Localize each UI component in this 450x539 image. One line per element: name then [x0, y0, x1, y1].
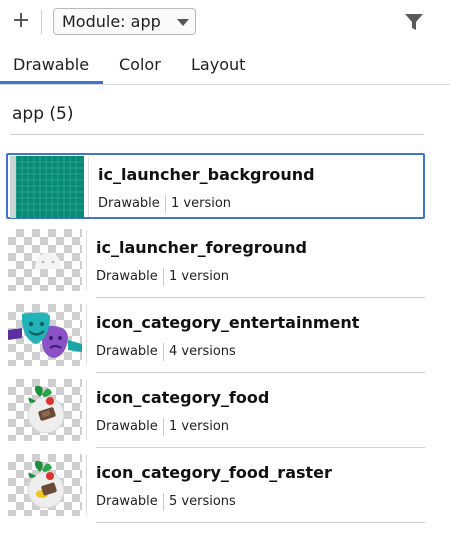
resource-version-count: 5 versions — [169, 494, 236, 509]
row-divider — [96, 522, 425, 523]
entertainment-masks-thumbnail — [8, 304, 82, 366]
thumbnail-divider — [88, 157, 89, 217]
row-divider — [96, 447, 425, 448]
resource-version-count: 4 versions — [169, 344, 236, 359]
chevron-down-icon — [177, 19, 189, 26]
resource-type: Drawable — [96, 269, 158, 284]
thumbnail-divider — [86, 455, 87, 515]
resource-type: Drawable — [96, 494, 158, 509]
resource-type: Drawable — [98, 196, 160, 211]
resource-item-ic-launcher-background[interactable]: ic_launcher_background Drawable 1 versio… — [6, 153, 425, 219]
module-dropdown-label: Module: app — [62, 12, 161, 31]
launcher-foreground-thumbnail — [8, 229, 82, 291]
plus-icon[interactable] — [10, 9, 32, 31]
resource-name: icon_category_food_raster — [96, 463, 332, 482]
thumbnail-divider — [86, 380, 87, 440]
row-divider — [96, 372, 425, 373]
tab-layout[interactable]: Layout — [191, 55, 245, 74]
resource-version-count: 1 version — [171, 196, 232, 211]
resource-type: Drawable — [96, 419, 158, 434]
tab-drawable[interactable]: Drawable — [13, 55, 89, 74]
resource-item-ic-launcher-foreground[interactable]: ic_launcher_foreground Drawable 1 versio… — [6, 228, 425, 298]
resource-name: icon_category_food — [96, 388, 270, 407]
module-group-title: app (5) — [12, 104, 74, 124]
resource-type: Drawable — [96, 344, 158, 359]
filter-icon[interactable] — [403, 12, 425, 32]
thumbnail-divider — [86, 230, 87, 290]
row-divider — [96, 297, 425, 298]
tab-color[interactable]: Color — [119, 55, 161, 74]
resource-version-count: 1 version — [169, 419, 230, 434]
toolbar: Module: app — [0, 0, 450, 44]
active-tab-indicator — [0, 81, 103, 84]
meta-divider — [163, 268, 164, 286]
food-raster-thumbnail — [8, 454, 82, 516]
meta-divider — [165, 195, 166, 213]
resource-name: ic_launcher_foreground — [96, 238, 307, 257]
meta-divider — [163, 418, 164, 436]
launcher-background-thumbnail — [10, 156, 84, 218]
resource-item-icon-category-food[interactable]: icon_category_food Drawable 1 version — [6, 378, 425, 448]
food-plate-thumbnail — [8, 379, 82, 441]
resource-name: ic_launcher_background — [98, 165, 315, 184]
meta-divider — [163, 343, 164, 361]
resource-version-count: 1 version — [169, 269, 230, 284]
resource-item-icon-category-entertainment[interactable]: icon_category_entertainment Drawable 4 v… — [6, 303, 425, 373]
thumbnail-divider — [86, 305, 87, 365]
group-divider — [10, 134, 424, 135]
toolbar-divider — [41, 10, 42, 34]
module-dropdown[interactable]: Module: app — [53, 8, 196, 35]
resource-name: icon_category_entertainment — [96, 313, 360, 332]
resource-item-icon-category-food-raster[interactable]: icon_category_food_raster Drawable 5 ver… — [6, 453, 425, 523]
meta-divider — [163, 493, 164, 511]
resource-type-tabs: Drawable Color Layout — [0, 44, 450, 85]
